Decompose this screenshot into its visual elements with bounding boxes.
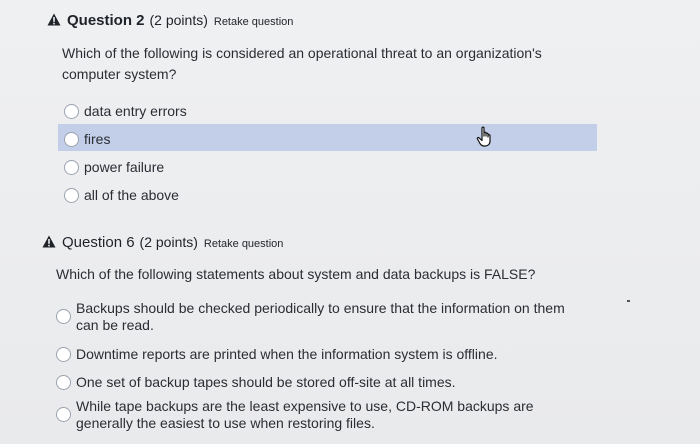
answer-label: data entry errors: [84, 103, 187, 119]
radio-button[interactable]: [64, 188, 79, 203]
retake-question-link[interactable]: Retake question: [214, 16, 294, 28]
radio-button[interactable]: [56, 407, 71, 422]
radio-button[interactable]: [56, 347, 71, 362]
warning-icon: [42, 235, 56, 248]
answer-option[interactable]: all of the above: [64, 187, 179, 204]
answer-option[interactable]: While tape backups are the least expensi…: [56, 398, 534, 432]
question-title: Question 6: [62, 234, 135, 251]
question-2-header: Question 2 (2 points) Retake question: [47, 12, 293, 29]
radio-button[interactable]: [56, 375, 71, 390]
question-title: Question 2: [67, 12, 145, 29]
radio-button[interactable]: [64, 132, 79, 147]
answer-label: fires: [84, 131, 111, 147]
answer-label-line: can be read.: [76, 317, 154, 333]
answer-label: One set of backup tapes should be stored…: [76, 374, 456, 390]
answer-label: While tape backups are the least expensi…: [76, 398, 534, 432]
answer-label: Backups should be checked periodically t…: [76, 300, 565, 334]
answer-option[interactable]: data entry errors: [64, 103, 187, 120]
question-text-line: Which of the following is considered an …: [62, 45, 542, 61]
answer-option[interactable]: One set of backup tapes should be stored…: [56, 374, 456, 391]
answer-label-line: Backups should be checked periodically t…: [76, 300, 565, 316]
question-points: (2 points): [149, 12, 208, 28]
radio-button[interactable]: [64, 104, 79, 119]
answer-label-line: generally the easiest to use when restor…: [76, 415, 375, 431]
answer-option[interactable]: Downtime reports are printed when the in…: [56, 346, 498, 363]
question-text-line: computer system?: [62, 66, 177, 82]
question-2-text: Which of the following is considered an …: [62, 43, 542, 85]
radio-button[interactable]: [56, 309, 71, 324]
answer-label: all of the above: [84, 187, 179, 203]
warning-icon: [47, 13, 61, 26]
answer-option[interactable]: fires: [64, 131, 110, 148]
answer-option[interactable]: power failure: [64, 159, 164, 176]
question-points: (2 points): [139, 234, 198, 250]
quiz-page: Question 2 (2 points) Retake question Wh…: [0, 0, 700, 444]
answer-label: power failure: [84, 159, 165, 175]
retake-question-link[interactable]: Retake question: [204, 238, 284, 250]
radio-button[interactable]: [64, 160, 79, 175]
question-6-header: Question 6 (2 points) Retake question: [42, 234, 283, 251]
question-6-text: Which of the following statements about …: [56, 266, 536, 282]
scroll-mark: [627, 300, 630, 302]
answer-label: Downtime reports are printed when the in…: [76, 346, 498, 362]
answer-label-line: While tape backups are the least expensi…: [76, 398, 534, 414]
hovered-option-highlight: [58, 124, 597, 151]
hand-pointer-icon: [476, 126, 491, 147]
answer-option[interactable]: Backups should be checked periodically t…: [56, 300, 565, 334]
